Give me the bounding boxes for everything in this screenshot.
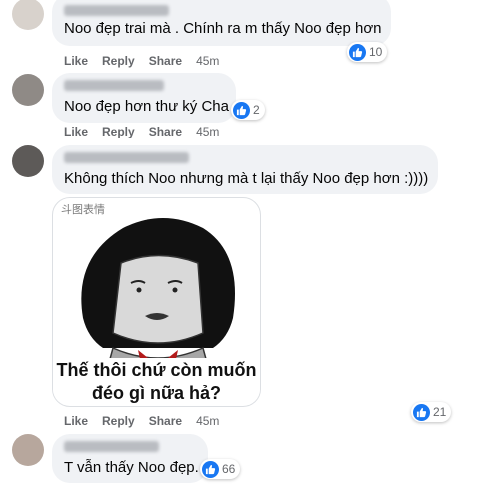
reaction-count[interactable]: 66 [200,459,241,479]
share-button[interactable]: Share [149,54,182,68]
reaction-count[interactable]: 2 [231,100,265,120]
comment-actions: Like Reply Share 45m [64,414,219,428]
reply-button[interactable]: Reply [102,126,135,138]
reply-button[interactable]: Reply [102,414,135,428]
comment-text: Noo đẹp hơn thư ký Cha [64,98,229,115]
share-button[interactable]: Share [149,126,182,138]
comment-text: Noo đẹp trai mà . Chính ra m thấy Noo đẹ… [64,20,382,37]
commenter-name[interactable] [64,5,169,16]
timestamp[interactable]: 45m [196,126,219,138]
reaction-number: 66 [222,462,236,476]
reaction-number: 10 [369,45,383,59]
avatar[interactable] [12,145,44,177]
like-button[interactable]: Like [64,126,88,138]
comment-bubble: Noo đẹp trai mà . Chính ra m thấy Noo đẹ… [52,0,391,46]
like-button[interactable]: Like [64,414,88,428]
like-reaction-icon [233,101,250,119]
like-reaction-icon [349,43,366,61]
timestamp[interactable]: 45m [196,414,219,428]
share-button[interactable]: Share [149,414,182,428]
avatar[interactable] [12,0,44,30]
comment-bubble: Noo đẹp hơn thư ký Cha [52,73,236,123]
comment-text: T vẫn thấy Noo đẹp. [64,459,199,476]
meme-caption-line-2: đéo gì nữa hả? [53,381,260,405]
comment-bubble: T vẫn thấy Noo đẹp. [52,434,208,483]
avatar[interactable] [12,434,44,466]
comment-actions: Like Reply Share 45m [64,126,219,138]
like-button[interactable]: Like [64,54,88,68]
like-reaction-icon [413,403,430,421]
timestamp[interactable]: 45m [196,54,219,68]
reaction-number: 2 [253,103,260,117]
like-reaction-icon [202,460,219,478]
comment-text: Không thích Noo nhưng mà t lại thấy Noo … [64,170,429,187]
avatar[interactable] [12,74,44,106]
commenter-name[interactable] [64,441,159,452]
comment-actions: Like Reply Share 45m [64,54,219,68]
reaction-number: 21 [433,405,447,419]
reaction-count[interactable]: 21 [411,402,452,422]
commenter-name[interactable] [64,80,164,91]
commenter-name[interactable] [64,152,189,163]
reply-button[interactable]: Reply [102,54,135,68]
meme-caption-line-1: Thế thôi chứ còn muốn [53,358,260,382]
meme-image[interactable]: 斗图表情 Thế thôi chứ còn muốn đéo gì nữa hả… [52,197,261,407]
reaction-count[interactable]: 10 [347,42,388,62]
comment-bubble: Không thích Noo nhưng mà t lại thấy Noo … [52,145,438,194]
